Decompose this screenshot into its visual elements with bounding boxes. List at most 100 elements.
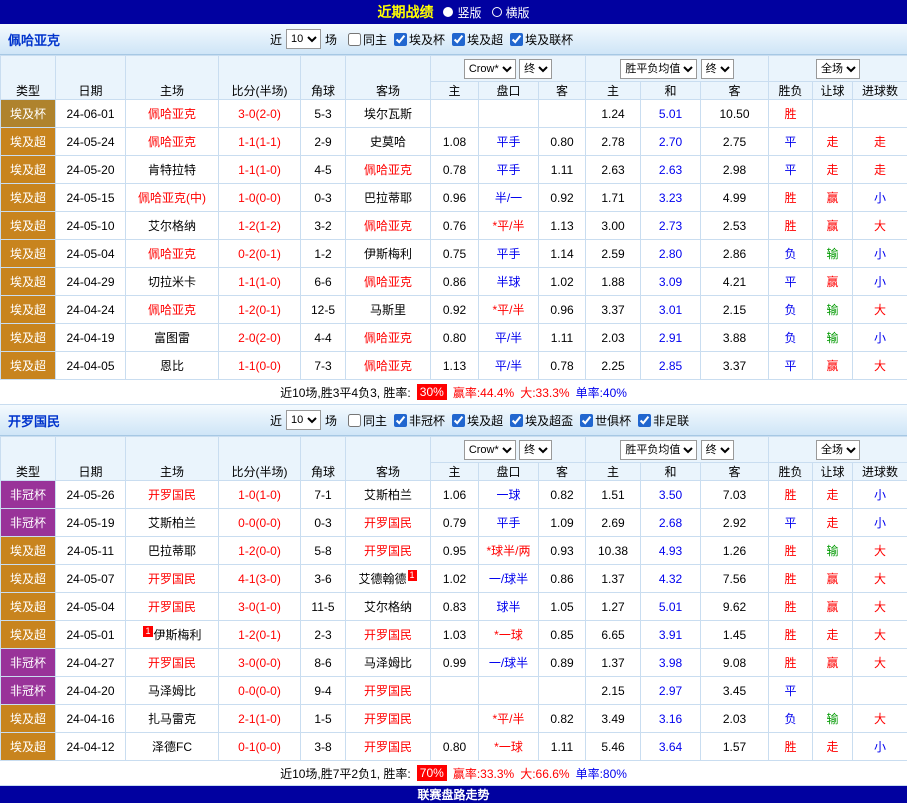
home-team-cell[interactable]: 肯特拉特 [126,156,219,184]
goals-cell: 大 [853,593,907,621]
col-away: 客场 [346,437,431,481]
away-team-cell[interactable]: 开罗国民 [346,677,431,705]
away-team-cell[interactable]: 佩哈亚克 [346,352,431,380]
filter-checkbox-同主[interactable]: 同主 [348,31,387,48]
home-team-cell[interactable]: 佩哈亚克(中) [126,184,219,212]
away-odds-cell [539,677,586,705]
match-count-select-0[interactable]: 10 [286,29,321,49]
checkbox-input[interactable] [638,414,651,427]
bottom-bar[interactable]: 联赛盘路走势 [0,786,907,803]
checkbox-input[interactable] [510,414,523,427]
layout-radio-vertical[interactable]: 竖版 [443,4,481,21]
odds-final-select-1[interactable]: 终 [519,440,552,460]
filter-checkbox-埃及杯[interactable]: 埃及杯 [394,31,445,48]
home-team-cell[interactable]: 巴拉蒂耶 [126,537,219,565]
filter-checkbox-埃及超[interactable]: 埃及超 [452,412,503,429]
home-team-cell[interactable]: 佩哈亚克 [126,128,219,156]
goals-cell: 大 [853,565,907,593]
home-team-cell[interactable]: 切拉米卡 [126,268,219,296]
filter-checkbox-非足联[interactable]: 非足联 [638,412,689,429]
away-team-cell[interactable]: 开罗国民 [346,537,431,565]
corner-cell: 3-2 [301,212,346,240]
away-odds-cell: 1.09 [539,509,586,537]
filter-checkbox-世俱杯[interactable]: 世俱杯 [580,412,631,429]
layout-radio-horizontal[interactable]: 横版 [492,4,530,21]
checkbox-input[interactable] [394,414,407,427]
away-team-cell[interactable]: 佩哈亚克 [346,268,431,296]
home-team-cell[interactable]: 开罗国民 [126,481,219,509]
away-odds-cell: 0.96 [539,296,586,324]
home-odds-cell: 0.96 [431,184,479,212]
avg-final-select-1[interactable]: 终 [701,440,734,460]
away-team-cell[interactable]: 史莫哈 [346,128,431,156]
scope-select-0[interactable]: 全场 [816,59,860,79]
avg-draw-cell: 5.01 [641,100,701,128]
avg-away-cell: 3.37 [701,352,769,380]
subcol-handicap-result: 让球 [813,463,853,481]
avg-home-cell: 10.38 [586,537,641,565]
away-team-cell[interactable]: 艾德翰德1 [346,565,431,593]
filter-checkbox-同主[interactable]: 同主 [348,412,387,429]
home-team-cell[interactable]: 扎马雷克 [126,705,219,733]
league-type-cell: 非冠杯 [1,481,56,509]
avg-away-cell: 2.53 [701,212,769,240]
home-team-cell[interactable]: 富图雷 [126,324,219,352]
away-team-cell[interactable]: 马泽姆比 [346,649,431,677]
home-team-cell[interactable]: 恩比 [126,352,219,380]
home-team-cell[interactable]: 开罗国民 [126,649,219,677]
home-team-cell[interactable]: 艾斯柏兰 [126,509,219,537]
avg-select-1[interactable]: 胜平负均值 [620,440,697,460]
checkbox-input[interactable] [348,414,361,427]
checkbox-input[interactable] [580,414,593,427]
away-team-cell[interactable]: 埃尔瓦斯 [346,100,431,128]
home-team-cell[interactable]: 1伊斯梅利 [126,621,219,649]
home-team-cell[interactable]: 马泽姆比 [126,677,219,705]
home-team-cell[interactable]: 开罗国民 [126,593,219,621]
scope-select-1[interactable]: 全场 [816,440,860,460]
home-team-cell[interactable]: 开罗国民 [126,565,219,593]
away-team-cell[interactable]: 艾斯柏兰 [346,481,431,509]
away-team-cell[interactable]: 巴拉蒂耶 [346,184,431,212]
away-team-cell[interactable]: 艾尔格纳 [346,593,431,621]
score-cell: 3-0(2-0) [219,100,301,128]
subcol-odds-home: 主 [431,463,479,481]
home-team-cell[interactable]: 佩哈亚克 [126,240,219,268]
home-odds-cell: 0.86 [431,268,479,296]
home-team-cell[interactable]: 佩哈亚克 [126,100,219,128]
away-team-cell[interactable]: 佩哈亚克 [346,212,431,240]
subcol-result: 胜负 [769,82,813,100]
checkbox-input[interactable] [348,33,361,46]
checkbox-input[interactable] [452,33,465,46]
checkbox-input[interactable] [394,33,407,46]
filter-checkbox-埃及联杯[interactable]: 埃及联杯 [510,31,573,48]
avg-final-select-0[interactable]: 终 [701,59,734,79]
filter-checkbox-非冠杯[interactable]: 非冠杯 [394,412,445,429]
odds-source-select-0[interactable]: Crow* [464,59,516,79]
home-team-cell[interactable]: 艾尔格纳 [126,212,219,240]
away-team-cell[interactable]: 佩哈亚克 [346,156,431,184]
away-team-cell[interactable]: 佩哈亚克 [346,324,431,352]
col-corner: 角球 [301,56,346,100]
avg-away-cell: 2.15 [701,296,769,324]
away-team-cell[interactable]: 开罗国民 [346,705,431,733]
checkbox-input[interactable] [510,33,523,46]
goals-cell: 大 [853,705,907,733]
away-team-cell[interactable]: 开罗国民 [346,733,431,761]
filter-checkbox-埃及超盃[interactable]: 埃及超盃 [510,412,573,429]
filter-checkbox-埃及超[interactable]: 埃及超 [452,31,503,48]
checkbox-input[interactable] [452,414,465,427]
handicap-cell: 球半 [479,593,539,621]
odds-source-select-1[interactable]: Crow* [464,440,516,460]
away-team-cell[interactable]: 马斯里 [346,296,431,324]
away-team-cell[interactable]: 开罗国民 [346,509,431,537]
odds-final-select-0[interactable]: 终 [519,59,552,79]
avg-select-0[interactable]: 胜平负均值 [620,59,697,79]
home-team-cell[interactable]: 泽德FC [126,733,219,761]
home-odds-cell: 0.95 [431,537,479,565]
match-count-select-1[interactable]: 10 [286,410,321,430]
avg-away-cell: 2.03 [701,705,769,733]
home-team-cell[interactable]: 佩哈亚克 [126,296,219,324]
away-team-cell[interactable]: 伊斯梅利 [346,240,431,268]
away-odds-cell: 0.89 [539,649,586,677]
away-team-cell[interactable]: 开罗国民 [346,621,431,649]
